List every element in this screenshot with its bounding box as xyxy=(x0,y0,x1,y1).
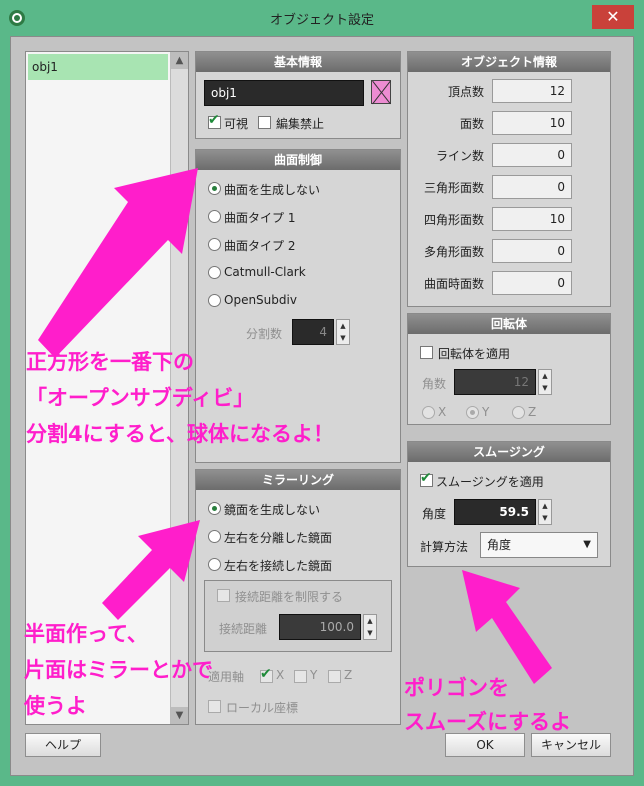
annotation-subdiv-line-2: 「オープンサブディビ」 xyxy=(26,386,255,410)
annotation-subdiv-line-3: 分割4にすると、球体になるよ！ xyxy=(26,422,334,446)
annotation-mirror-line-2: 片面はミラーとかで xyxy=(24,658,213,682)
annotation-arrow-mirror xyxy=(102,520,200,620)
annotation-subdiv-line-1: 正方形を一番下の xyxy=(26,350,194,374)
annotation-arrow-smoothing xyxy=(462,570,552,684)
dialog-window: オブジェクト設定 ✕ obj1 ▲ ▼ 基本情報 obj1 可視 編集禁止 オブ… xyxy=(0,0,644,786)
annotation-arrow-surface xyxy=(38,168,198,358)
annotation-smooth-line-2: スムーズにするよ xyxy=(404,710,572,734)
annotation-smooth-line-1: ポリゴンを xyxy=(404,676,509,700)
annotation-mirror-line-3: 使うよ xyxy=(24,694,87,718)
annotation-mirror-line-1: 半面作って、 xyxy=(24,622,148,646)
